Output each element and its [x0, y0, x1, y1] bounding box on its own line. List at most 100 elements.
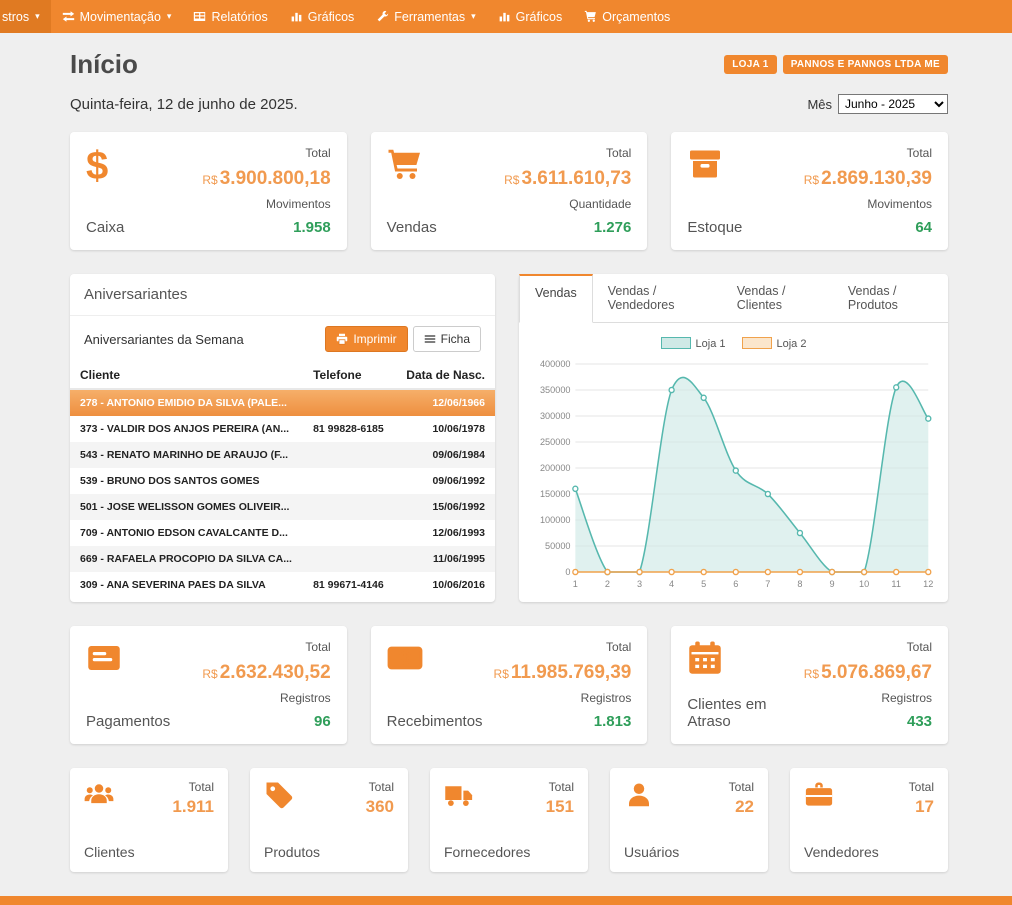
count-value: 64	[804, 219, 932, 236]
mini-title: Usuários	[624, 844, 754, 860]
birthday-row[interactable]: 278 - ANTONIO EMIDIO DA SILVA (PALE... 1…	[70, 389, 495, 416]
birthday-row[interactable]: 669 - RAFAELA PROCOPIO DA SILVA CA... 11…	[70, 546, 495, 572]
birthday-row[interactable]: 501 - JOSE WELISSON GOMES OLIVEIR... 15/…	[70, 494, 495, 520]
date-cell: 12/06/1966	[395, 389, 495, 416]
wrench-icon	[376, 10, 389, 23]
column-header: Data de Nasc.	[395, 362, 495, 389]
mini-card-vendedores: Total 17 Vendedores	[790, 768, 948, 872]
count-label: Movimentos	[804, 197, 932, 211]
total-label: Total	[546, 780, 574, 794]
tab-vendas[interactable]: Vendas	[519, 274, 593, 323]
svg-text:7: 7	[765, 579, 770, 589]
client-cell: 309 - ANA SEVERINA PAES DA SILVA	[70, 572, 303, 598]
total-value: R$5.076.869,67	[804, 662, 932, 684]
client-cell: 278 - ANTONIO EMIDIO DA SILVA (PALE...	[70, 389, 303, 416]
svg-text:11: 11	[891, 579, 901, 589]
total-label: Total	[202, 146, 330, 160]
mini-title: Fornecedores	[444, 844, 574, 860]
chevron-down-icon: ▾	[471, 11, 476, 22]
chart-legend: Loja 1Loja 2	[531, 337, 936, 350]
birthday-row[interactable]: 309 - ANA SEVERINA PAES DA SILVA 81 9967…	[70, 572, 495, 598]
client-cell: 543 - RENATO MARINHO DE ARAUJO (F...	[70, 442, 303, 468]
month-select[interactable]: Junho - 2025	[838, 94, 948, 114]
stat-title: Recebimentos	[387, 713, 483, 730]
birthday-row[interactable]: 543 - RENATO MARINHO DE ARAUJO (F... 09/…	[70, 442, 495, 468]
truck-icon	[444, 780, 474, 817]
company-badge: PANNOS E PANNOS LTDA ME	[783, 55, 948, 74]
svg-text:250000: 250000	[540, 437, 571, 447]
client-cell: 373 - VALDIR DOS ANJOS PEREIRA (AN...	[70, 416, 303, 442]
calendar-icon	[687, 640, 803, 682]
stats-row-1: $ Caixa Total R$3.900.800,18 Movimentos …	[70, 132, 948, 250]
page-content: Início LOJA 1 PANNOS E PANNOS LTDA ME Qu…	[70, 33, 948, 872]
ficha-button[interactable]: Ficha	[413, 326, 481, 352]
bar-chart-icon	[498, 10, 511, 23]
column-header: Cliente	[70, 362, 303, 389]
birthday-row[interactable]: 709 - ANTONIO EDSON CAVALCANTE D... 12/0…	[70, 520, 495, 546]
nav-graficos-1[interactable]: Gráficos	[279, 0, 366, 33]
tag-icon	[264, 780, 294, 817]
printer-icon	[336, 333, 348, 345]
nav-label: Ferramentas	[394, 10, 465, 24]
svg-text:10: 10	[859, 579, 869, 589]
birthdays-table: Cliente Telefone Data de Nasc. 278 - ANT…	[70, 362, 495, 598]
nav-relatorios[interactable]: Relatórios	[182, 0, 278, 33]
sales-chart-panel: Vendas Vendas / Vendedores Vendas / Clie…	[519, 274, 948, 602]
mini-card-produtos: Total 360 Produtos	[250, 768, 408, 872]
client-cell: 669 - RAFAELA PROCOPIO DA SILVA CA...	[70, 546, 303, 572]
svg-text:200000: 200000	[540, 463, 571, 473]
stat-card-estoque: Estoque Total R$2.869.130,39 Movimentos …	[671, 132, 948, 250]
date-cell: 11/06/1995	[395, 546, 495, 572]
print-button[interactable]: Imprimir	[325, 326, 407, 352]
svg-text:6: 6	[733, 579, 738, 589]
total-value: 22	[729, 797, 754, 817]
chart-body: Loja 1Loja 2 050000100000150000200000250…	[519, 323, 948, 592]
svg-text:12: 12	[923, 579, 933, 589]
phone-cell	[303, 468, 395, 494]
svg-text:400000: 400000	[540, 359, 571, 369]
svg-text:8: 8	[797, 579, 802, 589]
nav-orcamentos[interactable]: Orçamentos	[573, 0, 681, 33]
nav-label: Movimentação	[80, 10, 161, 24]
banknote-icon	[387, 640, 483, 682]
credit-card-icon	[86, 640, 170, 682]
nav-movimentacao[interactable]: Movimentação ▾	[51, 0, 183, 33]
total-value: R$2.869.130,39	[804, 168, 932, 190]
total-label: Total	[729, 780, 754, 794]
svg-text:300000: 300000	[540, 411, 571, 421]
total-value: R$2.632.430,52	[202, 662, 330, 684]
phone-cell	[303, 494, 395, 520]
date-cell: 15/06/1992	[395, 494, 495, 520]
tab-vendas-clientes[interactable]: Vendas / Clientes	[722, 274, 833, 322]
nav-ferramentas[interactable]: Ferramentas ▾	[365, 0, 486, 33]
nav-graficos-2[interactable]: Gráficos	[487, 0, 574, 33]
stat-title: Caixa	[86, 219, 124, 236]
count-value: 1.813	[494, 713, 632, 730]
count-label: Registros	[494, 691, 632, 705]
cart-icon	[387, 146, 437, 188]
total-value: 1.911	[172, 797, 214, 817]
exchange-icon	[62, 10, 75, 23]
header-badges: LOJA 1 PANNOS E PANNOS LTDA ME	[724, 55, 948, 74]
top-navbar: stros ▾ Movimentação ▾ Relatórios Gráfic…	[0, 0, 1012, 33]
birthday-row[interactable]: 373 - VALDIR DOS ANJOS PEREIRA (AN... 81…	[70, 416, 495, 442]
nav-cadastros[interactable]: stros ▾	[0, 0, 51, 33]
page-title: Início	[70, 49, 138, 80]
stat-card-caixa: $ Caixa Total R$3.900.800,18 Movimentos …	[70, 132, 347, 250]
total-label: Total	[804, 146, 932, 160]
mini-card-usuarios: Total 22 Usuários	[610, 768, 768, 872]
birthdays-subtitle: Aniversariantes da Semana	[84, 332, 244, 347]
svg-text:150000: 150000	[540, 489, 571, 499]
total-label: Total	[909, 780, 934, 794]
phone-cell	[303, 442, 395, 468]
legend-swatch	[742, 337, 772, 349]
birthday-row[interactable]: 539 - BRUNO DOS SANTOS GOMES 09/06/1992	[70, 468, 495, 494]
svg-text:2: 2	[605, 579, 610, 589]
mini-card-clientes: Total 1.911 Clientes	[70, 768, 228, 872]
date-cell: 12/06/1993	[395, 520, 495, 546]
nav-label: stros	[2, 10, 29, 24]
tab-vendas-vendedores[interactable]: Vendas / Vendedores	[593, 274, 722, 322]
mini-title: Produtos	[264, 844, 394, 860]
tab-vendas-produtos[interactable]: Vendas / Produtos	[833, 274, 948, 322]
briefcase-icon	[804, 780, 834, 817]
